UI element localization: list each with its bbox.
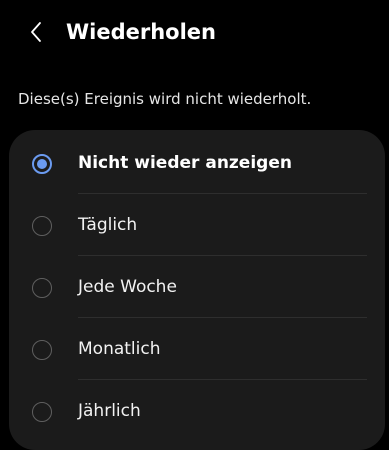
radio-button[interactable]	[32, 216, 52, 236]
option-daily[interactable]: Täglich	[9, 194, 385, 256]
option-monthly[interactable]: Monatlich	[9, 318, 385, 380]
radio-button[interactable]	[32, 402, 52, 422]
page-title: Wiederholen	[66, 20, 217, 44]
option-weekly[interactable]: Jede Woche	[9, 256, 385, 318]
option-yearly[interactable]: Jährlich	[9, 380, 385, 442]
option-label: Jährlich	[78, 401, 141, 421]
option-label: Nicht wieder anzeigen	[78, 153, 292, 173]
option-label: Täglich	[78, 215, 138, 235]
repeat-description: Diese(s) Ereignis wird nicht wiederholt.	[18, 90, 312, 108]
option-label: Monatlich	[78, 339, 161, 359]
back-button[interactable]	[22, 18, 50, 46]
radio-button[interactable]	[32, 278, 52, 298]
option-label: Jede Woche	[78, 277, 177, 297]
option-never[interactable]: Nicht wieder anzeigen	[9, 132, 385, 194]
repeat-options-list: Nicht wieder anzeigen Täglich Jede Woche…	[9, 130, 385, 450]
app-bar: Wiederholen	[0, 0, 389, 64]
radio-button[interactable]	[32, 340, 52, 360]
radio-button-selected[interactable]	[32, 154, 52, 174]
chevron-left-icon	[31, 22, 41, 42]
